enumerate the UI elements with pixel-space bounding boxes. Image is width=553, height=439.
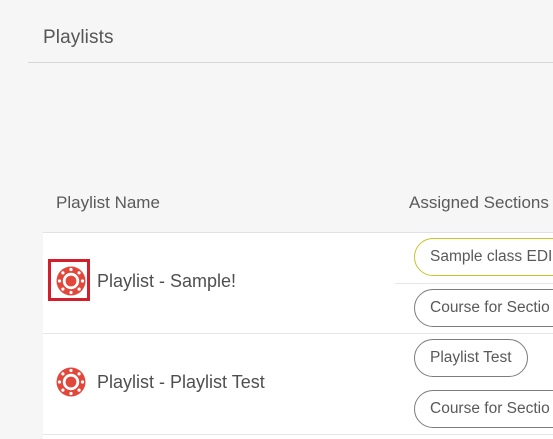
playlist-name[interactable]: Playlist - Playlist Test: [97, 372, 265, 393]
column-header-assigned-sections[interactable]: Assigned Sections: [409, 193, 549, 213]
section-pill[interactable]: Course for Sectio: [414, 289, 553, 327]
section-pill[interactable]: Sample class EDI: [414, 238, 553, 276]
page-title: Playlists: [43, 27, 114, 48]
playlist-name[interactable]: Playlist - Sample!: [97, 271, 236, 292]
table-row[interactable]: Playlist - Sample! Sample class EDI Cour…: [43, 233, 553, 334]
section-pill[interactable]: Course for Sectio: [414, 390, 553, 428]
assigned-sections-cell: Sample class EDI Course for Sectio: [395, 233, 553, 333]
table-header: Playlist Name Assigned Sections: [43, 185, 553, 233]
section-divider: [395, 283, 553, 284]
table-row[interactable]: Playlist - Playlist Test Playlist Test C…: [43, 334, 553, 435]
section-pill[interactable]: Playlist Test: [414, 339, 528, 377]
canvas-logo-icon[interactable]: [55, 366, 87, 398]
canvas-logo-icon[interactable]: [55, 265, 87, 297]
playlist-table: Playlist - Sample! Sample class EDI Cour…: [43, 233, 553, 439]
column-header-playlist-name[interactable]: Playlist Name: [56, 193, 160, 213]
page-header: Playlists: [28, 0, 553, 63]
assigned-sections-cell: Playlist Test Course for Sectio: [395, 334, 553, 434]
